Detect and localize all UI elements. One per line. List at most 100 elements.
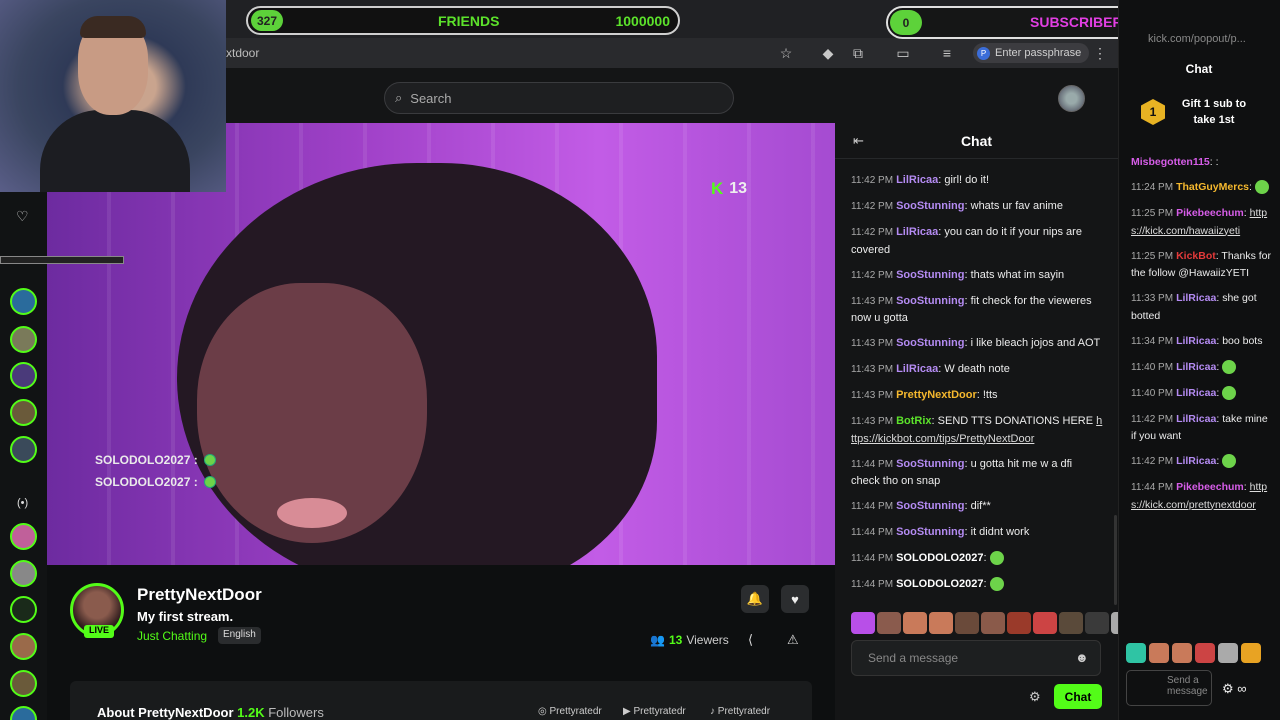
- message-username[interactable]: LilRicaa: [1176, 335, 1216, 347]
- bookmark-star-icon[interactable]: ☆: [777, 44, 795, 62]
- message-username[interactable]: ThatGuyMercs: [1176, 181, 1249, 193]
- message-username[interactable]: SooStunning: [896, 526, 964, 538]
- followed-channel-avatar[interactable]: [10, 436, 37, 463]
- chat-message: Misbegotten115: :: [1131, 154, 1271, 171]
- chat-send-button[interactable]: Chat: [1054, 684, 1102, 709]
- tiktok-link[interactable]: ♪ Prettyratedr: [710, 706, 770, 717]
- message-username[interactable]: Pikebeechum: [1176, 207, 1244, 219]
- extension-icon[interactable]: ◆: [819, 44, 837, 62]
- queue-icon[interactable]: ≡: [938, 44, 956, 62]
- followed-channel-avatar[interactable]: [10, 399, 37, 426]
- emote-icon[interactable]: [1059, 612, 1083, 634]
- subs-label: SUBSCRIBERS: [1030, 14, 1132, 30]
- recommended-channel-avatar[interactable]: [10, 560, 37, 587]
- puzzle-icon[interactable]: ⧉: [849, 44, 867, 62]
- message-username[interactable]: LilRicaa: [896, 363, 938, 375]
- popout-chat-title: Chat: [1185, 62, 1213, 76]
- notification-bell-button[interactable]: 🔔: [741, 585, 769, 613]
- message-text: dif**: [970, 500, 991, 512]
- cam-hair: [80, 16, 146, 38]
- emote-icon[interactable]: [1241, 643, 1261, 663]
- message-username[interactable]: SooStunning: [896, 500, 964, 512]
- emote-icon[interactable]: [1172, 643, 1192, 663]
- message-username[interactable]: SooStunning: [896, 200, 964, 212]
- youtube-link[interactable]: ▶ Prettyratedr: [623, 706, 686, 717]
- emote-icon[interactable]: [981, 612, 1005, 634]
- chat-settings-gear-icon[interactable]: ⚙: [1029, 689, 1041, 705]
- recommended-channel-avatar[interactable]: [10, 633, 37, 660]
- streamer-name[interactable]: PrettyNextDoor: [137, 585, 262, 605]
- streamer-lips: [277, 498, 347, 528]
- emote-icon[interactable]: [877, 612, 901, 634]
- message-username[interactable]: PrettyNextDoor: [896, 389, 977, 401]
- emoji-picker-icon[interactable]: ☻: [1075, 650, 1089, 665]
- cast-icon[interactable]: ▭: [894, 44, 912, 62]
- message-username[interactable]: LilRicaa: [1176, 361, 1216, 373]
- message-username[interactable]: SooStunning: [896, 269, 964, 281]
- recommended-channel-avatar[interactable]: [10, 523, 37, 550]
- popout-settings-icon[interactable]: ⚙ ∞: [1222, 681, 1247, 697]
- message-username[interactable]: LilRicaa: [1176, 413, 1216, 425]
- emote-icon[interactable]: [1126, 643, 1146, 663]
- user-avatar[interactable]: [1058, 85, 1085, 112]
- heart-icon[interactable]: ♡: [16, 208, 29, 225]
- emote-icon[interactable]: [1195, 643, 1215, 663]
- search-input[interactable]: ⌕ Search: [384, 82, 734, 114]
- message-username[interactable]: SooStunning: [896, 295, 964, 307]
- chat-message: 11:40 PM LilRicaa:: [1131, 359, 1271, 377]
- message-time: 11:43 PM: [851, 416, 894, 427]
- message-text: boo bots: [1222, 334, 1263, 347]
- emote-icon[interactable]: [851, 612, 875, 634]
- message-username[interactable]: SooStunning: [896, 458, 964, 470]
- friends-count: 327: [251, 10, 283, 31]
- message-username[interactable]: LilRicaa: [1176, 292, 1216, 304]
- emote-icon[interactable]: [903, 612, 927, 634]
- live-badge: LIVE: [84, 625, 115, 638]
- recommended-channel-avatar[interactable]: [10, 706, 37, 720]
- search-placeholder: Search: [410, 90, 452, 106]
- followed-channel-avatar[interactable]: [10, 362, 37, 389]
- emote-icon[interactable]: [929, 612, 953, 634]
- emote-icon[interactable]: [1149, 643, 1169, 663]
- share-icon[interactable]: ⟨: [748, 632, 753, 648]
- followed-channel-avatar[interactable]: [10, 326, 37, 353]
- profile-icon: P: [977, 46, 990, 60]
- recommended-channel-avatar[interactable]: [10, 670, 37, 697]
- kebab-menu-icon[interactable]: ⋮: [1091, 44, 1109, 62]
- message-username[interactable]: Misbegotten115: [1131, 156, 1210, 168]
- message-username[interactable]: LilRicaa: [1176, 387, 1216, 399]
- message-username[interactable]: BotRix: [896, 415, 931, 427]
- send-message-input[interactable]: Send a message: [851, 640, 1101, 676]
- alert-user: SOLODOLO2027 :: [95, 475, 198, 489]
- message-username[interactable]: Pikebeechum: [1176, 481, 1244, 493]
- emote-icon: [989, 577, 1004, 592]
- message-username[interactable]: LilRicaa: [1176, 455, 1216, 467]
- followers-count: 1.2K: [237, 705, 265, 720]
- message-time: 11:43 PM: [851, 364, 894, 375]
- report-icon[interactable]: ⚠: [787, 632, 799, 648]
- emote-icon[interactable]: [1033, 612, 1057, 634]
- message-username[interactable]: SooStunning: [896, 337, 964, 349]
- emote-icon[interactable]: [955, 612, 979, 634]
- message-username[interactable]: LilRicaa: [896, 174, 938, 186]
- message-text: !tts: [982, 389, 998, 401]
- popout-send-input[interactable]: Send a message: [1126, 670, 1212, 706]
- message-username[interactable]: SOLODOLO2027: [896, 552, 983, 564]
- chat-message: 11:43 PM PrettyNextDoor: !tts: [851, 387, 1103, 405]
- emote-icon[interactable]: [1218, 643, 1238, 663]
- language-tag[interactable]: English: [218, 627, 261, 644]
- chat-scrollbar[interactable]: [1114, 515, 1117, 605]
- gift-sub-text[interactable]: Gift 1 sub to take 1st: [1178, 96, 1250, 128]
- message-username[interactable]: KickBot: [1176, 250, 1216, 262]
- passphrase-button[interactable]: P Enter passphrase: [973, 43, 1090, 63]
- followed-channel-avatar[interactable]: [10, 288, 37, 315]
- message-username[interactable]: LilRicaa: [896, 226, 938, 238]
- emote-icon[interactable]: [1007, 612, 1031, 634]
- chat-message: 11:44 PM SooStunning: dif**: [851, 498, 1103, 516]
- follow-heart-button[interactable]: ♥: [781, 585, 809, 613]
- message-username[interactable]: SOLODOLO2027: [896, 578, 983, 590]
- recommended-channel-avatar[interactable]: [10, 596, 37, 623]
- emote-icon[interactable]: [1085, 612, 1109, 634]
- instagram-link[interactable]: ◎ Prettyratedr: [538, 706, 602, 717]
- category-link[interactable]: Just Chatting: [137, 629, 207, 643]
